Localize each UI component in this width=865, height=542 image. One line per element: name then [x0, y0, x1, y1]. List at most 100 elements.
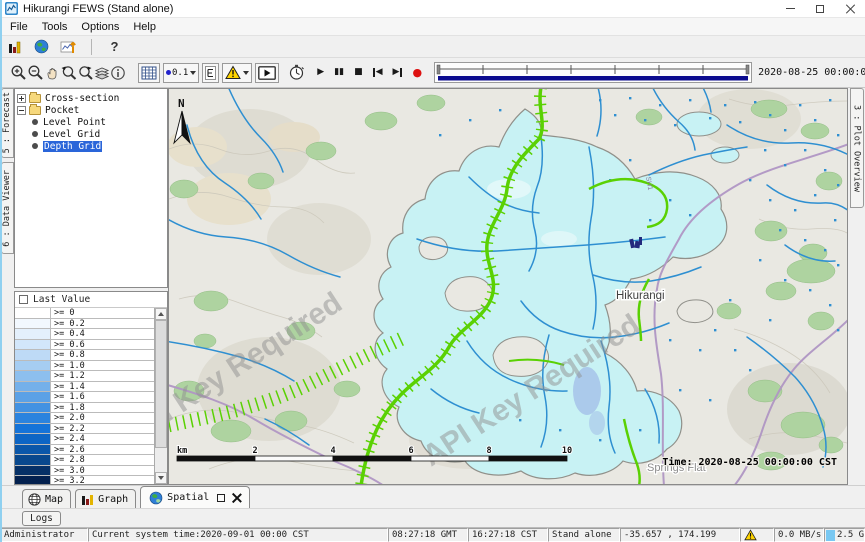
- logs-row: Logs: [0, 508, 865, 527]
- zoom-out-button[interactable]: [27, 62, 44, 83]
- pause-button[interactable]: ▮▮: [334, 68, 344, 77]
- folder-icon: [29, 94, 41, 103]
- help-icon: ?: [107, 39, 123, 54]
- legend-button[interactable]: [202, 63, 219, 83]
- zoom-next-button[interactable]: [77, 62, 94, 83]
- menu-item-options[interactable]: Options: [74, 20, 126, 34]
- tab-map[interactable]: Map: [22, 489, 71, 508]
- time-slider[interactable]: [434, 62, 752, 83]
- legend-row-label: >= 3.2: [51, 476, 154, 484]
- status-local-time: 16:27:18 CST: [468, 528, 548, 542]
- grid-display-button[interactable]: [138, 63, 160, 83]
- status-warning-cell: [740, 528, 774, 542]
- legend-color-swatch: [15, 308, 51, 318]
- status-memory-label: 2.5 GB: [837, 530, 865, 540]
- animation-panel-button[interactable]: [255, 63, 279, 83]
- main-area: 5 : Forecast 6 : Data Viewer Cross-secti…: [0, 88, 865, 485]
- info-icon: [110, 65, 126, 81]
- zoom-previous-button[interactable]: [60, 62, 77, 83]
- scroll-up-button[interactable]: [155, 308, 167, 320]
- tab-data-viewer[interactable]: 6 : Data Viewer: [1, 162, 14, 254]
- scroll-thumb[interactable]: [155, 320, 167, 448]
- spatial-display-button[interactable]: [58, 36, 79, 57]
- tab-forecast[interactable]: 5 : Forecast: [1, 88, 14, 158]
- pan-button[interactable]: [44, 62, 60, 83]
- record-button[interactable]: ●: [412, 67, 422, 78]
- legend-scrollbar[interactable]: [154, 308, 167, 484]
- collapse-icon[interactable]: [17, 106, 26, 115]
- zoom-previous-icon: [60, 64, 77, 81]
- legend-row: >= 3.0: [15, 466, 154, 477]
- legend-row: >= 0: [15, 308, 154, 319]
- tab-plot-overview[interactable]: 3 : Plot Overview: [850, 88, 864, 208]
- tree-item-depth-grid[interactable]: Depth Grid: [17, 140, 165, 152]
- logs-tab[interactable]: Logs: [22, 511, 61, 526]
- stop-button[interactable]: ■: [354, 68, 363, 77]
- maximize-button[interactable]: [805, 0, 835, 17]
- tree-item-level-grid[interactable]: Level Grid: [17, 128, 165, 140]
- minimize-button[interactable]: [775, 0, 805, 17]
- legend-row-label: >= 1.4: [51, 382, 154, 392]
- legend-row-label: >= 0: [51, 308, 154, 318]
- last-value-checkbox[interactable]: [19, 295, 28, 304]
- tab-spatial[interactable]: Spatial: [140, 486, 250, 508]
- status-download-rate: 0.0 MB/s: [774, 528, 824, 542]
- zoom-in-button[interactable]: [10, 62, 27, 83]
- tree-item-level-point[interactable]: Level Point: [17, 116, 165, 128]
- close-button[interactable]: [835, 0, 865, 17]
- play-button[interactable]: ▶: [317, 68, 324, 77]
- svg-text:6: 6: [408, 446, 413, 456]
- tree-item-label: Level Grid: [43, 129, 100, 140]
- last-value-label: Last Value: [33, 294, 90, 305]
- legend-row-label: >= 1.8: [51, 403, 154, 413]
- scroll-track[interactable]: [155, 320, 167, 472]
- menu-item-tools[interactable]: Tools: [35, 20, 75, 34]
- help-button[interactable]: ?: [104, 36, 125, 57]
- legend-row: >= 1.8: [15, 403, 154, 414]
- contour-interval-value: 0.1: [172, 68, 188, 78]
- statistics-button[interactable]: [4, 36, 25, 57]
- scroll-down-button[interactable]: [155, 472, 167, 484]
- animation-timer-button[interactable]: [288, 62, 305, 83]
- menu-item-file[interactable]: File: [3, 20, 35, 34]
- legend-row-label: >= 2.2: [51, 424, 154, 434]
- tree-item-cross-section[interactable]: Cross-section: [17, 92, 165, 104]
- thresholds-dropdown[interactable]: [222, 63, 252, 83]
- tab-maximize-icon[interactable]: [217, 494, 225, 502]
- step-back-button[interactable]: ◀: [373, 68, 383, 77]
- expand-icon[interactable]: [17, 94, 26, 103]
- info-button[interactable]: [110, 62, 126, 83]
- legend-row: >= 2.0: [15, 413, 154, 424]
- contour-interval-dropdown[interactable]: 0.1: [163, 63, 199, 83]
- step-forward-button[interactable]: ▶: [393, 68, 403, 77]
- zoom-next-icon: [77, 64, 94, 81]
- legend-color-swatch: [15, 371, 51, 381]
- globe-wireframe-icon: [28, 493, 41, 506]
- tree-item-label: Depth Grid: [43, 141, 102, 152]
- memory-gauge-bar: [826, 530, 835, 541]
- legend-row-label: >= 0.8: [51, 350, 154, 360]
- tab-graph-label: Graph: [98, 494, 128, 505]
- status-mode: Stand alone: [548, 528, 620, 542]
- title-bar: Hikurangi FEWS (Stand alone): [0, 0, 865, 18]
- legend-color-swatch: [15, 445, 51, 455]
- graph-bars-icon: [81, 493, 94, 506]
- status-system-time: Current system time:2020-09-01 00:00 CST: [88, 528, 388, 542]
- warning-triangle-icon: [744, 529, 757, 541]
- map-display-button[interactable]: [31, 36, 52, 57]
- spatial-map-view[interactable]: API Key Required API Key Required Hikura…: [168, 88, 848, 485]
- status-bar: Administrator Current system time:2020-0…: [0, 527, 865, 542]
- maximize-icon: [816, 5, 824, 13]
- legend-row-label: >= 0.4: [51, 329, 154, 339]
- tab-data-viewer-label: 6 : Data Viewer: [2, 170, 12, 247]
- arrow-down-icon: [158, 476, 164, 480]
- right-tab-strip: 3 : Plot Overview: [848, 88, 865, 485]
- menu-item-help[interactable]: Help: [126, 20, 163, 34]
- timer-clock-icon: [288, 64, 305, 81]
- tab-close-icon[interactable]: [232, 493, 241, 502]
- tree-item-pocket[interactable]: Pocket: [17, 104, 165, 116]
- tab-graph[interactable]: Graph: [75, 489, 136, 508]
- legend-row-label: >= 2.6: [51, 445, 154, 455]
- layers-button[interactable]: [94, 62, 110, 83]
- map-canvas: API Key Required API Key Required Hikura…: [169, 89, 847, 484]
